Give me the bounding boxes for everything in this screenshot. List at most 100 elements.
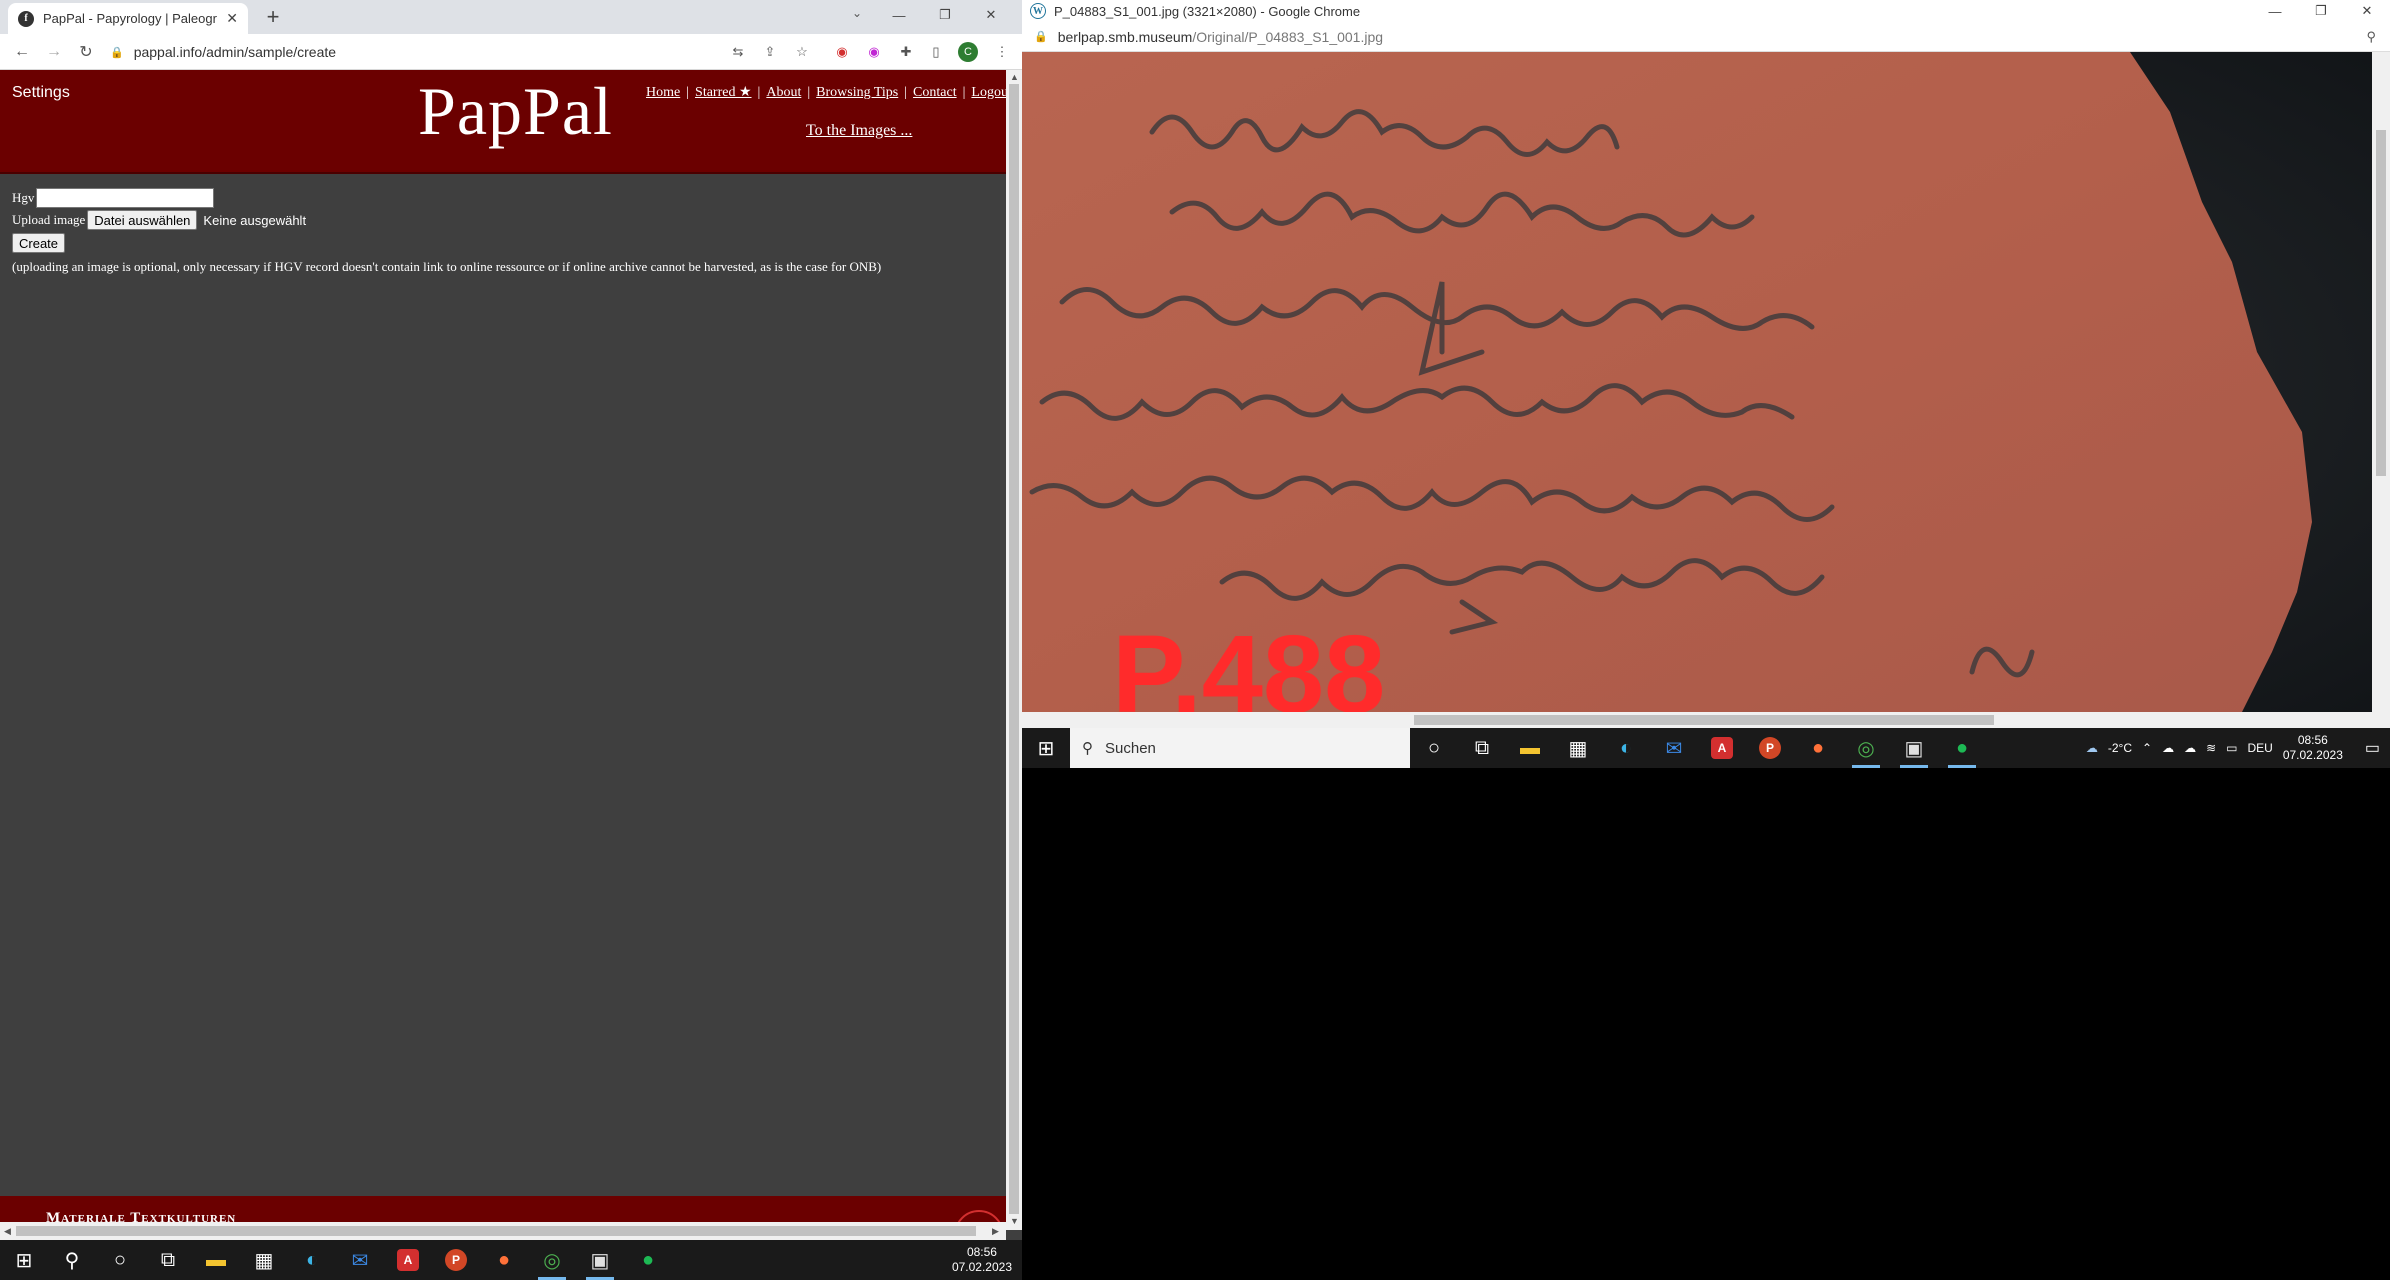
hscroll-thumb[interactable] <box>1414 715 1994 725</box>
nav-about[interactable]: About <box>766 85 801 100</box>
task-view-icon[interactable]: ⧉ <box>144 1240 192 1280</box>
desktop: f PapPal - Papyrology | Paleograph ✕ + ⌄… <box>0 0 2390 1280</box>
file-explorer-icon[interactable]: ▬ <box>1506 728 1554 768</box>
choose-file-button[interactable]: Datei auswählen <box>87 210 198 230</box>
edge-icon[interactable]: ◐ <box>288 1240 336 1280</box>
share-icon[interactable]: ⇪ <box>760 42 780 62</box>
powerpoint-icon[interactable]: P <box>432 1240 480 1280</box>
zoom-icon[interactable]: ⚲ <box>2366 29 2376 45</box>
nav-starred[interactable]: Starred ★ <box>695 85 751 100</box>
page-horizontal-scrollbar[interactable]: ◀ ▶ <box>0 1222 1006 1240</box>
extension-red-icon[interactable]: ◉ <box>832 42 852 62</box>
mail-icon[interactable]: ✉ <box>336 1240 384 1280</box>
weather-temp[interactable]: -2°C <box>2108 741 2132 755</box>
page-vertical-scrollbar[interactable]: ▲ ▼ <box>1006 70 1022 1230</box>
scroll-up-icon[interactable]: ▲ <box>1010 72 1019 82</box>
mail-icon[interactable]: ✉ <box>1650 728 1698 768</box>
acrobat-icon[interactable]: A <box>1698 728 1746 768</box>
chrome-icon[interactable]: ◎ <box>528 1240 576 1280</box>
hgv-input[interactable] <box>36 188 215 208</box>
search-icon: ⚲ <box>1082 740 1093 757</box>
acrobat-icon[interactable]: A <box>384 1240 432 1280</box>
extension-purple-icon[interactable]: ◉ <box>864 42 884 62</box>
browser-window-icon[interactable]: ▣ <box>1890 728 1938 768</box>
store-icon[interactable]: ▦ <box>240 1240 288 1280</box>
bookmark-star-icon[interactable]: ☆ <box>792 42 812 62</box>
restore-icon[interactable]: ❐ <box>922 0 968 30</box>
search-placeholder: Suchen <box>1105 739 1156 757</box>
close-window-icon[interactable]: ✕ <box>968 0 1014 30</box>
battery-icon[interactable]: ▭ <box>2226 741 2237 755</box>
side-panel-icon[interactable]: ▯ <box>926 42 946 62</box>
taskbar-search[interactable]: ⚲ Suchen <box>1070 728 1410 768</box>
scroll-right-icon[interactable]: ▶ <box>992 1226 999 1237</box>
nav-logout[interactable]: Logout <box>971 85 1006 100</box>
lock-icon: 🔒 <box>1034 31 1048 43</box>
tray-chevron-icon[interactable]: ⌃ <box>2142 741 2152 755</box>
powerpoint-badge: P <box>445 1249 467 1271</box>
cortana-icon[interactable]: ○ <box>96 1240 144 1280</box>
cortana-icon[interactable]: ○ <box>1410 728 1458 768</box>
image-viewer[interactable]: P.488 <box>1022 52 2372 712</box>
nav-contact[interactable]: Contact <box>913 85 957 100</box>
create-button[interactable]: Create <box>12 233 66 253</box>
chrome-icon[interactable]: ◎ <box>1842 728 1890 768</box>
new-tab-icon[interactable]: + <box>260 4 286 30</box>
pappal-logo[interactable]: PapPal <box>418 72 613 151</box>
image-address-bar[interactable]: 🔒 berlpap.smb.museum/Original/P_04883_S1… <box>1022 22 2390 52</box>
close-tab-icon[interactable]: ✕ <box>226 10 238 27</box>
taskbar-clock[interactable]: 08:56 07.02.2023 <box>952 1245 1012 1275</box>
hgv-label: Hgv <box>12 190 35 205</box>
upload-row: Upload image Datei auswählen Keine ausge… <box>12 210 1002 230</box>
firefox-icon[interactable]: ● <box>480 1240 528 1280</box>
forward-icon[interactable]: → <box>44 42 64 62</box>
firefox-icon[interactable]: ● <box>1794 728 1842 768</box>
weather-icon[interactable]: ☁ <box>2086 741 2098 755</box>
scroll-thumb[interactable] <box>1009 84 1019 1214</box>
powerpoint-icon[interactable]: P <box>1746 728 1794 768</box>
minimize-icon[interactable]: — <box>2252 0 2298 22</box>
menu-kebab-icon[interactable]: ⋮ <box>992 42 1012 62</box>
search-icon[interactable]: ⚲ <box>48 1240 96 1280</box>
file-explorer-icon[interactable]: ▬ <box>192 1240 240 1280</box>
reload-icon[interactable]: ↻ <box>76 42 96 62</box>
edge-icon[interactable]: ◐ <box>1602 728 1650 768</box>
spotify-icon[interactable]: ● <box>624 1240 672 1280</box>
windows-start-icon[interactable]: ⊞ <box>0 1240 48 1280</box>
extensions-puzzle-icon[interactable]: ✚ <box>896 42 916 62</box>
wifi-icon[interactable]: ≋ <box>2206 741 2216 755</box>
close-window-icon[interactable]: ✕ <box>2344 0 2390 22</box>
windows-start-icon[interactable]: ⊞ <box>1022 728 1070 768</box>
scroll-down-icon[interactable]: ▼ <box>1010 1216 1019 1226</box>
clock-date: 07.02.2023 <box>951 1260 1012 1274</box>
task-view-icon[interactable]: ⧉ <box>1458 728 1506 768</box>
language-indicator[interactable]: DEU <box>2247 741 2272 755</box>
system-tray: ☁ -2°C ⌃ ☁ ☁ ≋ ▭ DEU 08:56 07.02.2023 ▭ <box>2086 728 2390 768</box>
acrobat-badge: A <box>1711 737 1733 759</box>
scroll-left-icon[interactable]: ◀ <box>4 1226 11 1237</box>
onedrive-sync-icon[interactable]: ☁ <box>2184 741 2196 755</box>
tab-pappal[interactable]: f PapPal - Papyrology | Paleograph ✕ <box>8 3 248 34</box>
onedrive-icon[interactable]: ☁ <box>2162 741 2174 755</box>
to-the-images-link[interactable]: To the Images ... <box>806 122 912 140</box>
nav-browsing-tips[interactable]: Browsing Tips <box>816 85 898 100</box>
translate-icon[interactable]: ⇆ <box>728 42 748 62</box>
notifications-icon[interactable]: ▭ <box>2365 738 2380 758</box>
taskbar-clock[interactable]: 08:56 07.02.2023 <box>2283 733 2343 763</box>
hscroll-thumb[interactable] <box>16 1226 976 1236</box>
spotify-icon[interactable]: ● <box>1938 728 1986 768</box>
store-icon[interactable]: ▦ <box>1554 728 1602 768</box>
settings-link[interactable]: Settings <box>12 84 70 102</box>
scroll-thumb[interactable] <box>2376 130 2386 476</box>
back-icon[interactable]: ← <box>12 42 32 62</box>
address-bar[interactable]: 🔒 pappal.info/admin/sample/create <box>110 40 710 64</box>
restore-icon[interactable]: ❐ <box>2298 0 2344 22</box>
tab-search-icon[interactable]: ⌄ <box>852 6 862 20</box>
profile-avatar[interactable]: C <box>958 42 978 62</box>
image-vertical-scrollbar[interactable] <box>2372 52 2390 712</box>
minimize-icon[interactable]: — <box>876 0 922 30</box>
browser-window-icon[interactable]: ▣ <box>576 1240 624 1280</box>
powerpoint-badge: P <box>1759 737 1781 759</box>
nav-home[interactable]: Home <box>646 85 680 100</box>
image-horizontal-scrollbar[interactable] <box>1022 712 2390 728</box>
